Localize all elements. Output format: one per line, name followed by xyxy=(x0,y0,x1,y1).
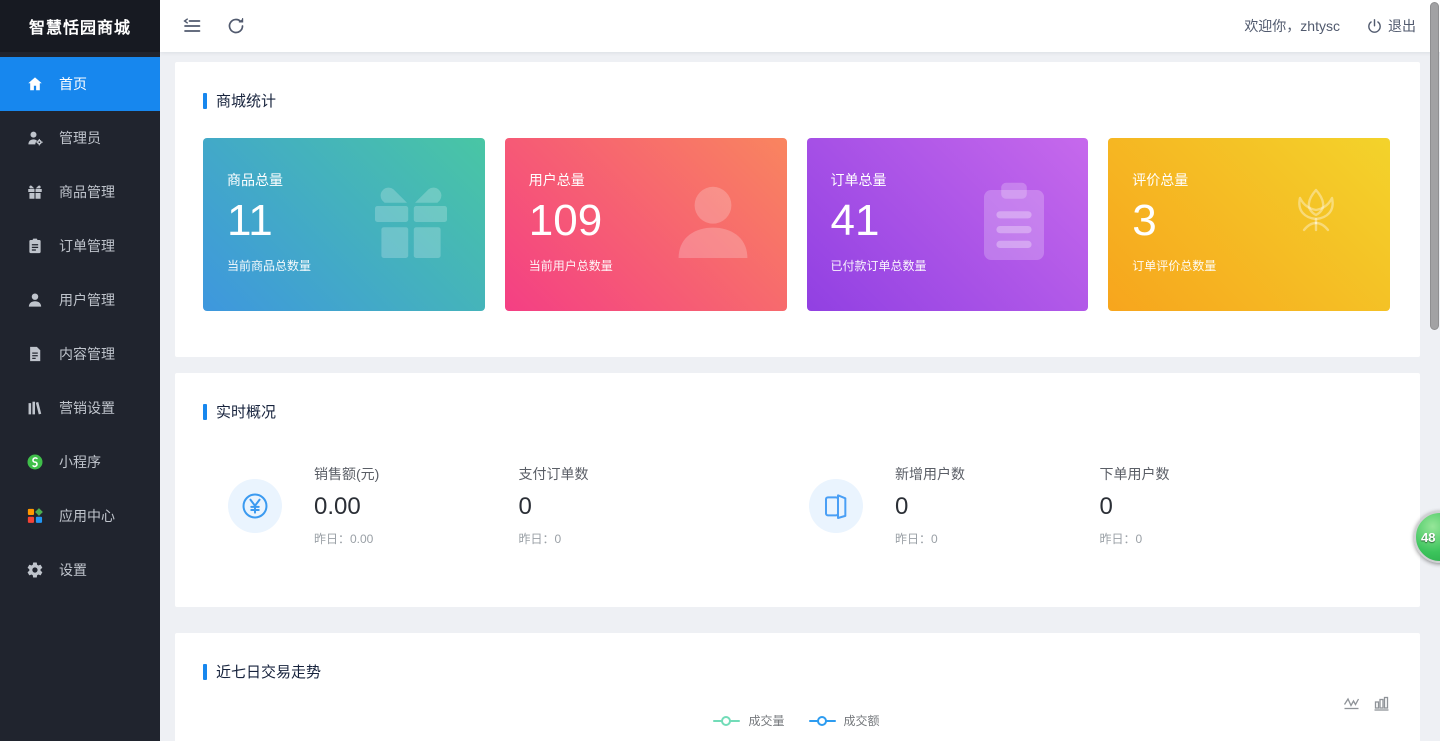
bar-chart-icon[interactable] xyxy=(1373,695,1390,712)
stat-value: 0 xyxy=(519,493,589,521)
floating-badge-label: 48 xyxy=(1421,530,1435,545)
flower-watermark-icon xyxy=(1268,174,1364,270)
stat-value: 0 xyxy=(1100,493,1170,521)
app-center-icon xyxy=(26,507,44,525)
open-door-icon xyxy=(809,479,863,533)
stat-yesterday: 昨日：0 xyxy=(519,530,589,547)
order-clipboard-icon xyxy=(26,237,44,255)
sidebar-item-settings[interactable]: 设置 xyxy=(0,543,160,597)
user-watermark-icon xyxy=(665,174,761,270)
menu-fold-icon[interactable] xyxy=(182,16,202,36)
chart-legend: 成交量 成交额 xyxy=(203,712,1390,729)
card-order-total[interactable]: 订单总量 41 已付款订单总数量 xyxy=(807,138,1089,311)
user-icon xyxy=(26,291,44,309)
title-accent-bar xyxy=(203,93,207,109)
sidebar-item-label: 设置 xyxy=(59,560,87,580)
sidebar-item-miniprogram[interactable]: 小程序 xyxy=(0,435,160,489)
sidebar-item-label: 首页 xyxy=(59,74,87,94)
clipboard-watermark-icon xyxy=(966,174,1062,270)
card-product-total[interactable]: 商品总量 11 当前商品总数量 xyxy=(203,138,485,311)
section-title-trend: 近七日交易走势 xyxy=(203,661,1390,682)
sidebar-item-label: 订单管理 xyxy=(59,236,115,256)
title-accent-bar xyxy=(203,664,207,680)
title-accent-bar xyxy=(203,404,207,420)
legend-line-marker xyxy=(713,716,740,726)
card-review-total[interactable]: 评价总量 3 订单评价总数量 xyxy=(1108,138,1390,311)
document-icon xyxy=(26,345,44,363)
sidebar-item-label: 管理员 xyxy=(59,128,101,148)
stat-label: 新增用户数 xyxy=(895,464,965,484)
sidebar-item-admin[interactable]: 管理员 xyxy=(0,111,160,165)
mall-statistics-panel: 商城统计 商品总量 11 当前商品总数量 用户总量 109 当前用户总数量 xyxy=(175,62,1420,357)
power-icon xyxy=(1366,18,1383,35)
legend-item-amount[interactable]: 成交额 xyxy=(809,712,880,729)
vertical-scrollbar[interactable] xyxy=(1430,2,1439,330)
sidebar-item-home[interactable]: 首页 xyxy=(0,57,160,111)
sidebar-item-marketing[interactable]: 营销设置 xyxy=(0,381,160,435)
stat-value: 0 xyxy=(895,493,965,521)
sidebar-item-app-center[interactable]: 应用中心 xyxy=(0,489,160,543)
sidebar-item-users[interactable]: 用户管理 xyxy=(0,273,160,327)
refresh-icon[interactable] xyxy=(226,16,246,36)
stat-label: 下单用户数 xyxy=(1100,464,1170,484)
section-title-text: 实时概况 xyxy=(216,401,276,422)
sidebar-item-label: 小程序 xyxy=(59,452,101,472)
sidebar-item-label: 商品管理 xyxy=(59,182,115,202)
home-icon xyxy=(26,75,44,93)
legend-label: 成交量 xyxy=(748,712,784,729)
section-title-mall-statistics: 商城统计 xyxy=(203,90,1390,111)
sidebar-item-content[interactable]: 内容管理 xyxy=(0,327,160,381)
legend-line-marker xyxy=(809,716,836,726)
app-logo: 智慧恬园商城 xyxy=(0,0,160,52)
stat-label: 销售额(元) xyxy=(314,464,379,484)
stat-cards-row: 商品总量 11 当前商品总数量 用户总量 109 当前用户总数量 订单总量 41… xyxy=(203,138,1390,311)
welcome-text: 欢迎你，zhtysc xyxy=(1244,16,1340,36)
legend-item-volume[interactable]: 成交量 xyxy=(713,712,784,729)
stat-new-users: 新增用户数 0 昨日：0 xyxy=(809,464,1100,547)
sidebar-item-label: 内容管理 xyxy=(59,344,115,364)
section-title-text: 近七日交易走势 xyxy=(216,661,321,682)
chart-toolbox xyxy=(1343,695,1390,712)
logout-button[interactable]: 退出 xyxy=(1366,16,1416,36)
top-header: 欢迎你，zhtysc 退出 xyxy=(160,0,1440,52)
sidebar-item-products[interactable]: 商品管理 xyxy=(0,165,160,219)
legend-label: 成交额 xyxy=(844,712,880,729)
books-icon xyxy=(26,399,44,417)
sidebar: 智慧恬园商城 首页 管理员 商品管理 订单管理 xyxy=(0,0,160,741)
trend-chart-panel: 近七日交易走势 成交量 成交额 xyxy=(175,633,1420,741)
sidebar-item-orders[interactable]: 订单管理 xyxy=(0,219,160,273)
stat-yesterday: 昨日：0 xyxy=(1100,530,1170,547)
section-title-text: 商城统计 xyxy=(216,90,276,111)
realtime-overview-panel: 实时概况 销售额(元) 0.00 昨日：0.00 支付订单数 0 昨日：0 xyxy=(175,373,1420,607)
section-title-realtime: 实时概况 xyxy=(203,401,1390,422)
yuan-circle-icon xyxy=(228,479,282,533)
stat-yesterday: 昨日：0.00 xyxy=(314,530,379,547)
gift-icon xyxy=(26,183,44,201)
stat-ordering-users: 下单用户数 0 昨日：0 xyxy=(1100,464,1391,547)
stat-value: 0.00 xyxy=(314,493,379,521)
stat-paid-orders: 支付订单数 0 昨日：0 xyxy=(519,464,810,547)
stat-sales-amount: 销售额(元) 0.00 昨日：0.00 xyxy=(228,464,519,547)
admin-user-icon xyxy=(26,129,44,147)
stat-label: 支付订单数 xyxy=(519,464,589,484)
sidebar-item-label: 用户管理 xyxy=(59,290,115,310)
card-user-total[interactable]: 用户总量 109 当前用户总数量 xyxy=(505,138,787,311)
realtime-stats-row: 销售额(元) 0.00 昨日：0.00 支付订单数 0 昨日：0 新增用户数 xyxy=(203,464,1390,547)
logout-label: 退出 xyxy=(1388,16,1416,36)
gift-watermark-icon xyxy=(363,174,459,270)
sidebar-item-label: 营销设置 xyxy=(59,398,115,418)
gear-icon xyxy=(26,561,44,579)
sidebar-menu: 首页 管理员 商品管理 订单管理 用户管理 xyxy=(0,52,160,597)
stat-yesterday: 昨日：0 xyxy=(895,530,965,547)
line-chart-icon[interactable] xyxy=(1343,695,1360,712)
sidebar-item-label: 应用中心 xyxy=(59,506,115,526)
main-content: 商城统计 商品总量 11 当前商品总数量 用户总量 109 当前用户总数量 xyxy=(160,52,1440,741)
miniprogram-icon xyxy=(26,453,44,471)
